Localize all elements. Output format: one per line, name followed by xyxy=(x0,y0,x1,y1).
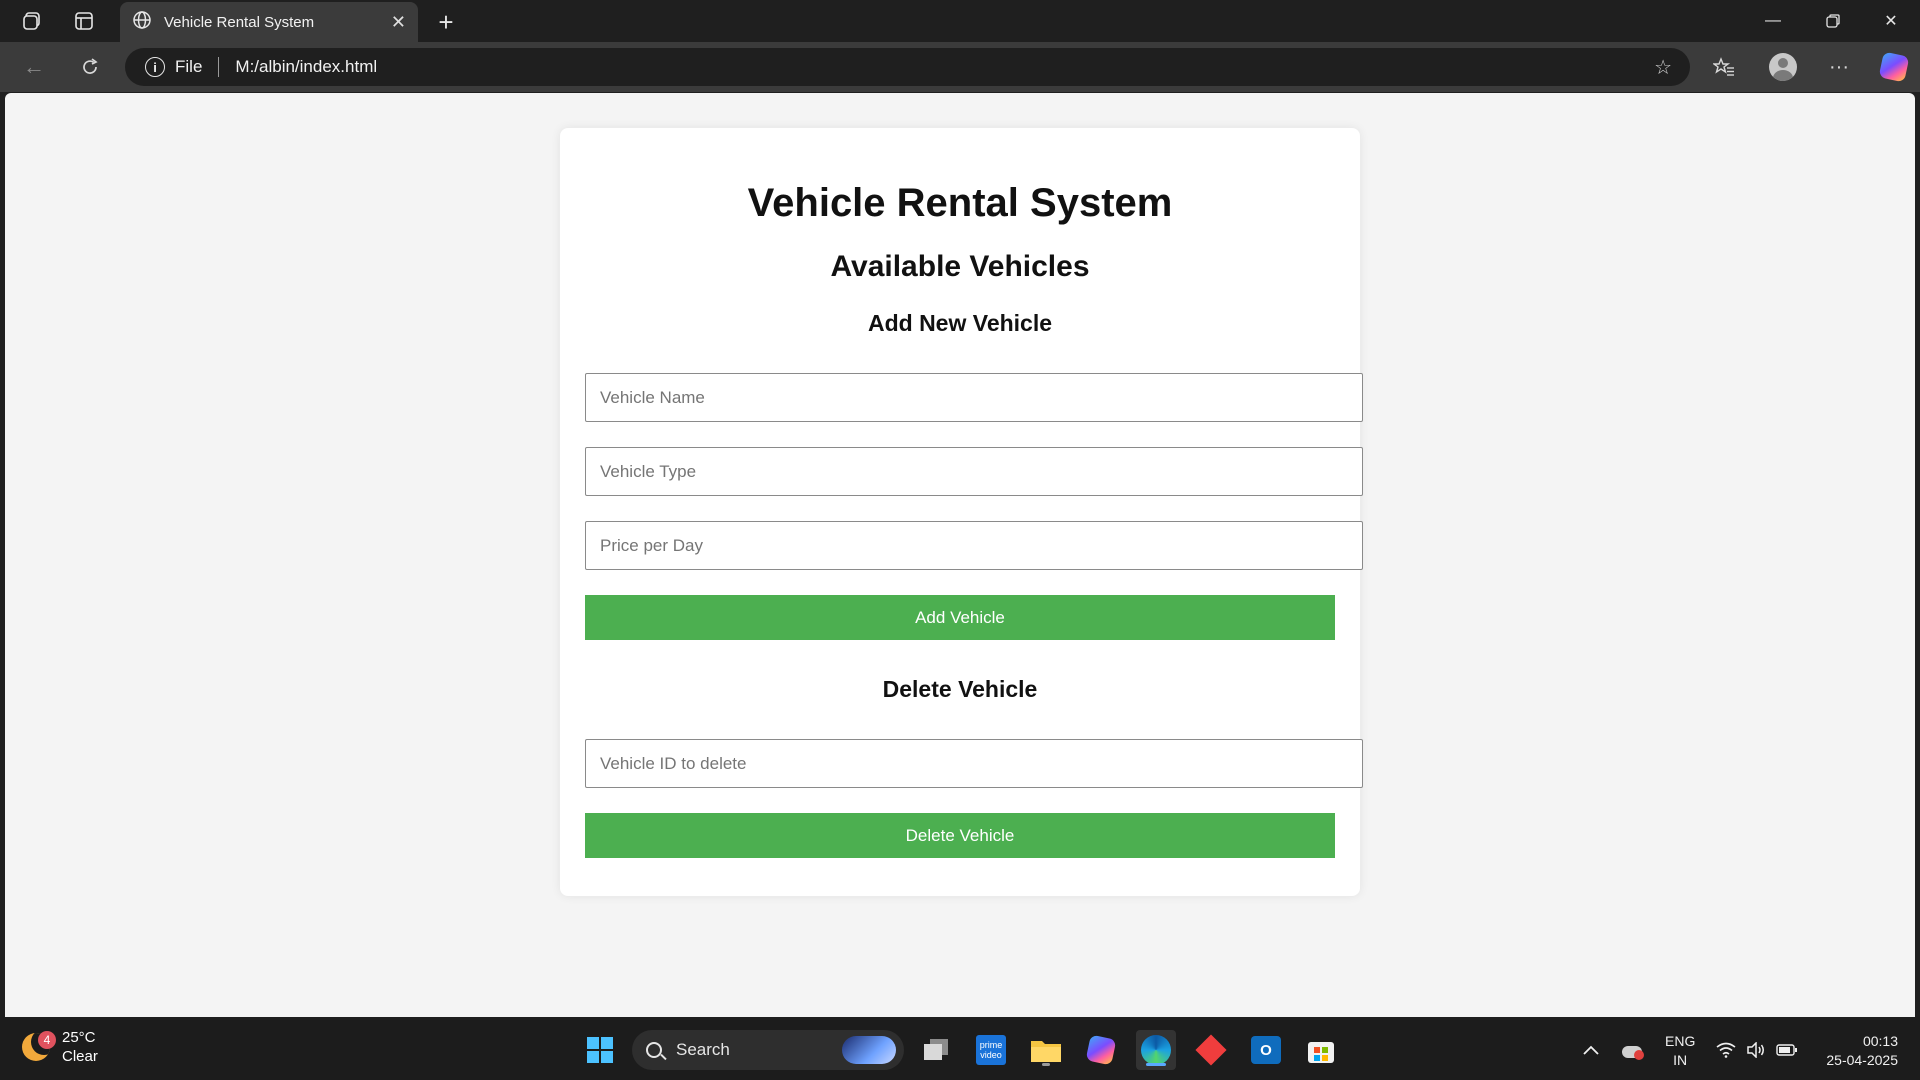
show-hidden-icons-chevron[interactable] xyxy=(1583,1020,1599,1080)
region-code: IN xyxy=(1673,1052,1688,1068)
anydesk-icon[interactable] xyxy=(1191,1030,1231,1070)
clock-time: 00:13 xyxy=(1862,1033,1898,1049)
add-vehicle-button[interactable]: Add Vehicle xyxy=(585,595,1335,640)
clock-date: 25-04-2025 xyxy=(1826,1052,1898,1068)
start-button[interactable] xyxy=(580,1030,620,1070)
close-window-button[interactable]: ✕ xyxy=(1862,0,1920,42)
language-indicator[interactable]: ENG IN xyxy=(1665,1032,1695,1070)
page-viewport: Vehicle Rental System Available Vehicles… xyxy=(5,93,1915,1017)
restore-button[interactable] xyxy=(1804,0,1862,42)
favorites-icon[interactable] xyxy=(1706,51,1742,83)
task-view-icon[interactable] xyxy=(916,1030,956,1070)
onedrive-error-icon[interactable] xyxy=(1620,1020,1644,1080)
browser-toolbar: ← i File M:/albin/index.html ☆ ··· xyxy=(0,42,1920,92)
volume-icon[interactable] xyxy=(1746,1020,1766,1080)
outlook-icon[interactable]: O xyxy=(1246,1030,1286,1070)
address-separator xyxy=(218,57,220,77)
delete-vehicle-button[interactable]: Delete Vehicle xyxy=(585,813,1335,858)
language-code: ENG xyxy=(1665,1033,1696,1049)
globe-icon xyxy=(132,10,152,34)
browser-titlebar: Vehicle Rental System ✕ + — ✕ xyxy=(0,0,1920,42)
page-title: Vehicle Rental System xyxy=(747,181,1173,225)
rental-card: Vehicle Rental System Available Vehicles… xyxy=(560,128,1363,896)
workspaces-icon[interactable] xyxy=(6,0,58,42)
vehicle-name-input[interactable] xyxy=(585,373,1363,422)
vehicle-id-input[interactable] xyxy=(585,739,1363,788)
address-url[interactable]: M:/albin/index.html xyxy=(235,57,377,77)
microsoft-store-icon[interactable] xyxy=(1301,1030,1341,1070)
edge-browser-icon[interactable] xyxy=(1136,1030,1176,1070)
taskbar: 4 25°C Clear Search prime video O ENG IN… xyxy=(0,1020,1920,1080)
price-per-day-input[interactable] xyxy=(585,521,1363,570)
taskbar-search[interactable]: Search xyxy=(632,1030,904,1070)
copilot-icon[interactable] xyxy=(1876,51,1912,83)
delete-vehicle-heading: Delete Vehicle xyxy=(882,676,1038,702)
close-tab-icon[interactable]: ✕ xyxy=(391,12,406,33)
search-label: Search xyxy=(676,1040,730,1059)
search-icon xyxy=(646,1042,662,1058)
back-button[interactable]: ← xyxy=(16,51,52,83)
prime-video-icon[interactable]: prime video xyxy=(971,1030,1011,1070)
address-bar[interactable]: i File M:/albin/index.html ☆ xyxy=(125,48,1690,86)
new-tab-button[interactable]: + xyxy=(430,6,462,38)
weather-badge: 4 xyxy=(38,1031,56,1049)
system-clock[interactable]: 00:13 25-04-2025 xyxy=(1826,1032,1898,1070)
vehicle-type-input[interactable] xyxy=(585,447,1363,496)
minimize-button[interactable]: — xyxy=(1744,0,1802,42)
wifi-icon[interactable] xyxy=(1716,1020,1736,1080)
add-vehicle-heading: Add New Vehicle xyxy=(867,310,1053,336)
weather-condition: Clear xyxy=(62,1048,98,1065)
copilot-app-icon[interactable] xyxy=(1081,1030,1121,1070)
vertical-tabs-icon[interactable] xyxy=(58,0,110,42)
favorite-star-icon[interactable]: ☆ xyxy=(1654,55,1672,80)
tab-vehicle-rental[interactable]: Vehicle Rental System ✕ xyxy=(120,2,418,42)
reload-button[interactable] xyxy=(72,51,108,83)
more-options-icon[interactable]: ··· xyxy=(1821,51,1857,83)
search-highlight-image xyxy=(842,1036,896,1064)
tab-title: Vehicle Rental System xyxy=(164,13,315,31)
battery-icon[interactable] xyxy=(1776,1020,1798,1080)
address-scheme: File xyxy=(175,57,203,76)
file-explorer-icon[interactable] xyxy=(1026,1030,1066,1070)
weather-widget[interactable]: 4 25°C Clear xyxy=(22,1028,98,1066)
temperature: 25°C xyxy=(62,1029,96,1046)
available-vehicles-heading: Available Vehicles xyxy=(830,250,1090,283)
profile-avatar[interactable] xyxy=(1765,51,1801,83)
info-icon[interactable]: i xyxy=(145,57,165,77)
